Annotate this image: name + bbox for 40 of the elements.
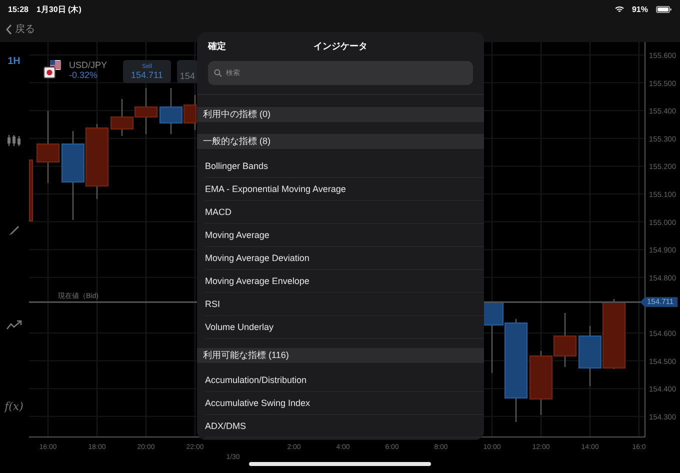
candles-icon[interactable] bbox=[7, 135, 21, 146]
candle bbox=[554, 312, 576, 368]
indicator-item[interactable]: Accumulative Swing Index bbox=[205, 392, 484, 415]
pencil-icon[interactable] bbox=[8, 224, 20, 236]
battery-percent: 91% bbox=[632, 4, 648, 14]
currency-flags-icon bbox=[43, 60, 63, 79]
section-header: 一般的な指標 (8) bbox=[197, 134, 484, 149]
section-header: 利用中の指標 (0) bbox=[197, 107, 484, 122]
status-date: 1月30日 (木) bbox=[36, 4, 82, 14]
panel-title: インジケータ bbox=[314, 40, 368, 52]
candle bbox=[134, 88, 158, 134]
price-change: -0.32% bbox=[69, 70, 99, 80]
indicator-item[interactable]: EMA - Exponential Moving Average bbox=[205, 178, 484, 201]
wifi-icon bbox=[614, 6, 624, 12]
indicator-item[interactable]: Volume Underlay bbox=[205, 316, 484, 339]
back-button[interactable]: 戻る bbox=[6, 22, 35, 36]
buy-button[interactable]: 154 bbox=[176, 60, 198, 83]
candle bbox=[530, 350, 552, 416]
candle bbox=[602, 298, 626, 370]
search-icon bbox=[214, 69, 222, 77]
trend-line-icon[interactable] bbox=[6, 320, 22, 330]
confirm-button[interactable]: 確定 bbox=[208, 40, 226, 52]
battery-icon bbox=[656, 6, 672, 12]
candle bbox=[29, 160, 33, 222]
symbol-name: USD/JPY bbox=[69, 60, 108, 70]
indicator-item[interactable]: Moving Average Envelope bbox=[205, 270, 484, 293]
section-header: 利用可能な指標 (116) bbox=[197, 348, 484, 363]
timeframe-button[interactable]: 1H bbox=[8, 56, 20, 67]
indicator-item[interactable]: Bollinger Bands bbox=[205, 155, 484, 178]
indicator-item[interactable]: Moving Average bbox=[205, 224, 484, 247]
candle bbox=[110, 98, 134, 136]
indicator-item[interactable]: Accumulation/Distribution bbox=[205, 369, 484, 392]
indicator-item[interactable]: ADX/DMS bbox=[205, 415, 484, 438]
chevron-left-icon bbox=[6, 24, 12, 34]
indicator-item[interactable]: Moving Average Deviation bbox=[205, 247, 484, 270]
status-time: 15:28 bbox=[8, 4, 28, 14]
indicator-item[interactable]: RSI bbox=[205, 293, 484, 316]
candle bbox=[578, 326, 602, 386]
function-button[interactable]: f(x) bbox=[4, 400, 24, 413]
indicator-item[interactable]: MACD bbox=[205, 201, 484, 224]
